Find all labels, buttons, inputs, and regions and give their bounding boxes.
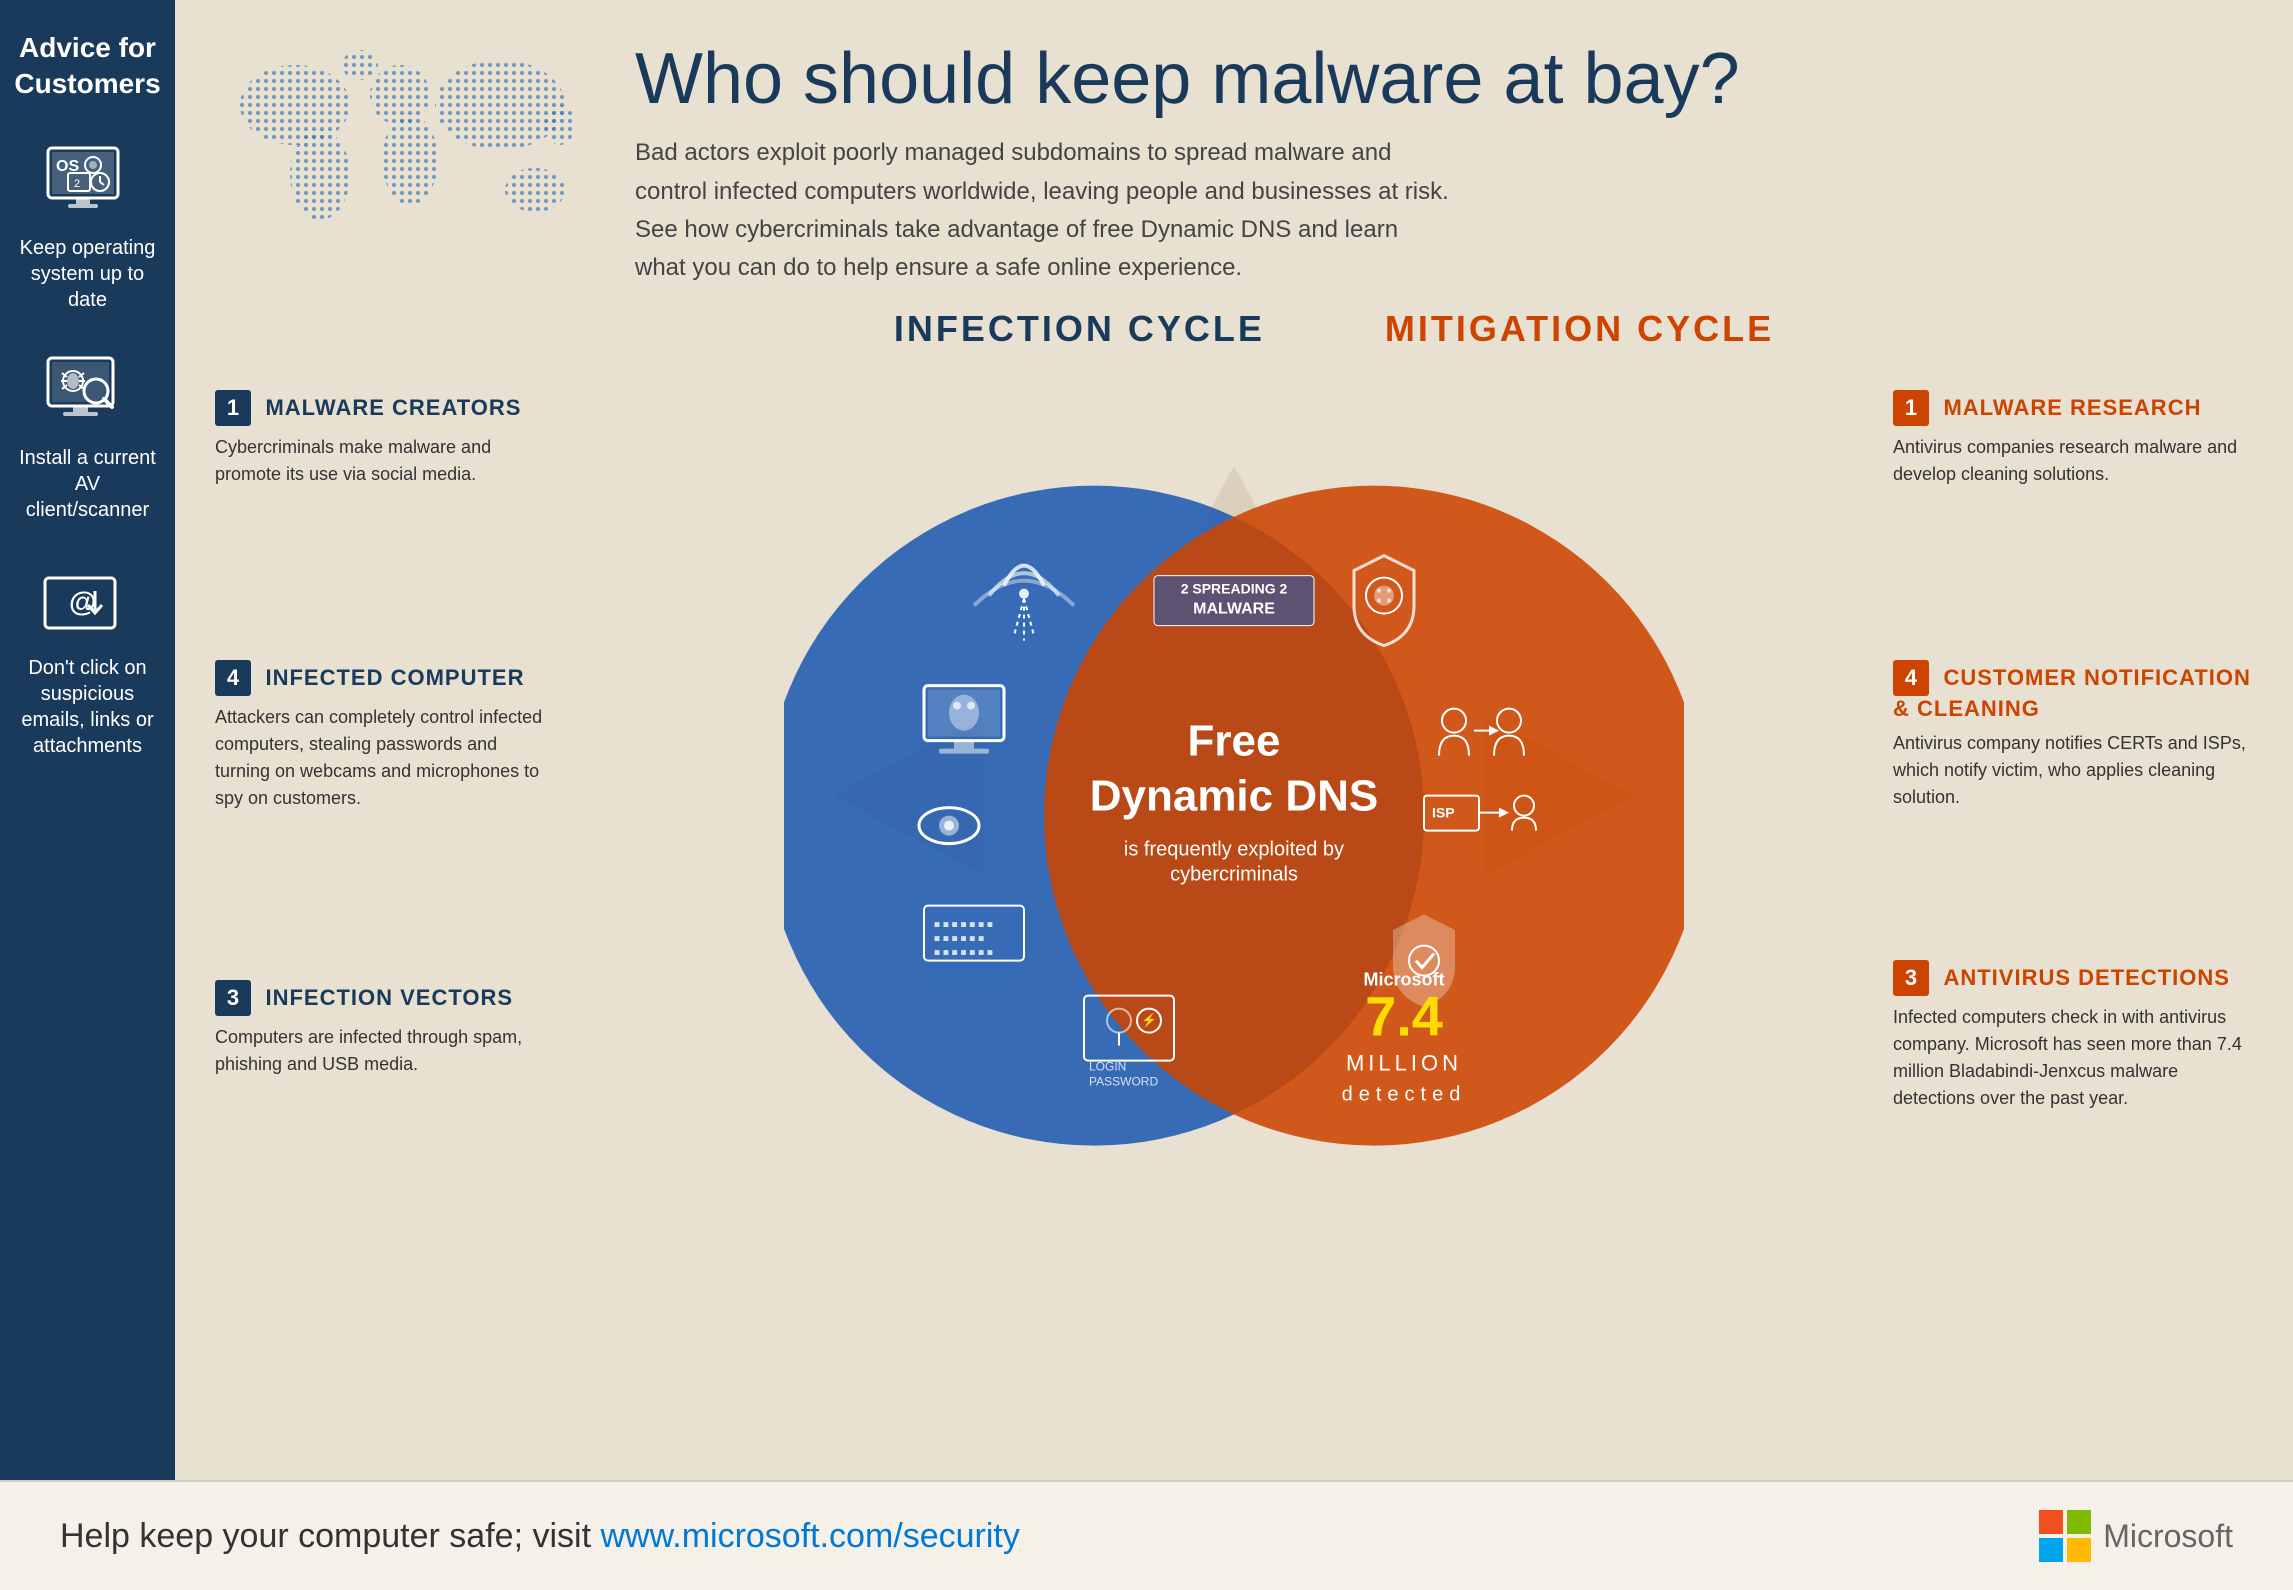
svg-text:ISP: ISP (1432, 804, 1455, 820)
infection-box-1-title: MALWARE CREATORS (265, 395, 521, 420)
email-icon: @ (37, 563, 137, 643)
mitigation-box-1-number: 1 (1893, 390, 1929, 426)
world-map (215, 30, 595, 250)
svg-text:7.4: 7.4 (1365, 984, 1443, 1047)
svg-text:LOGIN: LOGIN (1089, 1059, 1126, 1073)
os-icon: OS 2 (38, 143, 138, 223)
av-icon (38, 353, 138, 433)
mitigation-box-1-text: Antivirus companies research malware and… (1893, 434, 2253, 488)
svg-text:2 SPREADING 2: 2 SPREADING 2 (1181, 580, 1288, 596)
infection-box-3: 3 INFECTION VECTORS Computers are infect… (215, 980, 555, 1078)
infection-box-4-number: 4 (215, 660, 251, 696)
mitigation-box-4: 4 CUSTOMER NOTIFICATION & CLEANING Antiv… (1893, 660, 2253, 811)
ms-sq-blue (2039, 1538, 2063, 1562)
ms-sq-yellow (2067, 1538, 2091, 1562)
infection-box-3-text: Computers are infected through spam, phi… (215, 1024, 555, 1078)
mitigation-box-1: 1 MALWARE RESEARCH Antivirus companies r… (1893, 390, 2253, 488)
sidebar-title: Advice for Customers (14, 30, 160, 103)
footer-text: Help keep your computer safe; visit www.… (60, 1517, 1020, 1556)
svg-text:@: @ (69, 586, 96, 617)
svg-text:is frequently exploited by: is frequently exploited by (1124, 838, 1344, 860)
footer-link[interactable]: www.microsoft.com/security (600, 1517, 1019, 1555)
infection-box-1-text: Cybercriminals make malware and promote … (215, 434, 555, 488)
mitigation-box-4-number: 4 (1893, 660, 1929, 696)
diagram-area: ■ ■ ■ ■ ■ ■ ■ ■ ■ ■ ■ ■ ■ ■ ■ ■ ■ ■ ■ ■ … (215, 340, 2253, 1240)
sidebar-item-os: OS 2 Keep operating system up to date (15, 143, 160, 313)
header-text: Who should keep malware at bay? Bad acto… (635, 30, 2253, 288)
footer-static-text: Help keep your computer safe; visit (60, 1517, 600, 1555)
subtitle: Bad actors exploit poorly managed subdom… (635, 134, 1455, 288)
mitigation-box-4-title: CUSTOMER NOTIFICATION & CLEANING (1893, 665, 2251, 721)
svg-text:Free: Free (1188, 716, 1281, 765)
main-content: Who should keep malware at bay? Bad acto… (175, 0, 2293, 1480)
main-title: Who should keep malware at bay? (635, 40, 2253, 119)
mitigation-box-3: 3 ANTIVIRUS DETECTIONS Infected computer… (1893, 960, 2253, 1112)
sidebar: Advice for Customers OS 2 (0, 0, 175, 1480)
svg-text:PASSWORD: PASSWORD (1089, 1074, 1158, 1088)
svg-text:■ ■ ■ ■ ■ ■: ■ ■ ■ ■ ■ ■ (934, 933, 984, 944)
svg-text:MILLION: MILLION (1346, 1050, 1462, 1075)
svg-text:MALWARE: MALWARE (1193, 600, 1275, 617)
svg-text:cybercriminals: cybercriminals (1170, 863, 1298, 885)
svg-text:Dynamic DNS: Dynamic DNS (1090, 771, 1379, 820)
ms-name: Microsoft (2103, 1518, 2233, 1555)
footer: Help keep your computer safe; visit www.… (0, 1480, 2293, 1590)
svg-text:2: 2 (74, 178, 80, 190)
infection-box-1-number: 1 (215, 390, 251, 426)
header: Who should keep malware at bay? Bad acto… (215, 30, 2253, 288)
ms-sq-red (2039, 1510, 2063, 1534)
mitigation-box-3-text: Infected computers check in with antivir… (1893, 1004, 2253, 1112)
sidebar-os-label: Keep operating system up to date (15, 235, 160, 313)
ms-squares (2039, 1510, 2091, 1562)
svg-text:■ ■ ■ ■ ■ ■ ■: ■ ■ ■ ■ ■ ■ ■ (934, 947, 993, 958)
venn-diagram: ■ ■ ■ ■ ■ ■ ■ ■ ■ ■ ■ ■ ■ ■ ■ ■ ■ ■ ■ ■ … (784, 415, 1684, 1195)
infection-box-3-number: 3 (215, 980, 251, 1016)
ms-sq-green (2067, 1510, 2091, 1534)
mitigation-box-1-title: MALWARE RESEARCH (1943, 395, 2201, 420)
sidebar-item-av: Install a current AV client/scanner (15, 353, 160, 523)
svg-text:■ ■ ■ ■ ■ ■ ■: ■ ■ ■ ■ ■ ■ ■ (934, 919, 993, 930)
infection-box-4-title: INFECTED COMPUTER (265, 665, 524, 690)
sidebar-item-email: @ Don't click on suspicious emails, link… (21, 563, 153, 759)
infection-box-4: 4 INFECTED COMPUTER Attackers can comple… (215, 660, 555, 812)
mitigation-box-3-title: ANTIVIRUS DETECTIONS (1943, 965, 2229, 990)
svg-text:detected: detected (1342, 1083, 1467, 1105)
mitigation-box-4-text: Antivirus company notifies CERTs and ISP… (1893, 730, 2253, 811)
infection-box-4-text: Attackers can completely control infecte… (215, 704, 555, 812)
sidebar-av-label: Install a current AV client/scanner (15, 445, 160, 523)
svg-text:⚡: ⚡ (1141, 1012, 1157, 1028)
infection-box-3-title: INFECTION VECTORS (265, 985, 513, 1010)
infection-box-1: 1 MALWARE CREATORS Cybercriminals make m… (215, 390, 555, 488)
mitigation-box-3-number: 3 (1893, 960, 1929, 996)
sidebar-email-label: Don't click on suspicious emails, links … (21, 655, 153, 759)
microsoft-logo: Microsoft (2039, 1510, 2233, 1562)
